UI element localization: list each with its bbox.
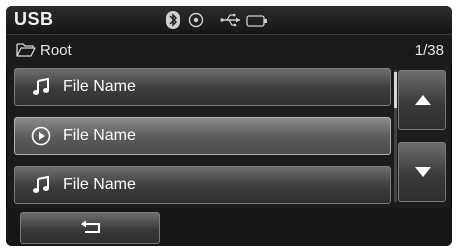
current-folder-label: Root [40, 42, 72, 59]
file-row[interactable]: File Name [14, 68, 391, 106]
disc-icon [188, 12, 204, 33]
path-bar: Root 1/38 [6, 35, 452, 65]
source-title: USB [14, 9, 54, 29]
page-count: 1/38 [414, 42, 444, 59]
scrollbar-thumb[interactable] [394, 72, 397, 108]
scroll-panel [392, 68, 450, 204]
folder-icon [16, 42, 36, 63]
file-row[interactable]: File Name [14, 166, 391, 204]
battery-icon [246, 14, 268, 32]
file-row-selected[interactable]: File Name [14, 117, 391, 155]
file-name-label: File Name [63, 127, 136, 144]
scroll-up-button[interactable] [398, 70, 446, 130]
arrow-down-icon [413, 165, 433, 184]
file-name-label: File Name [63, 176, 136, 193]
arrow-up-icon [413, 93, 433, 112]
scroll-down-button[interactable] [398, 142, 446, 202]
file-name-label: File Name [63, 78, 136, 95]
play-circle-icon [31, 126, 51, 146]
usb-player-screen: USB Root 1/38 File Name File Name File N… [6, 6, 452, 246]
music-note-icon [31, 77, 51, 97]
bottom-bar [6, 208, 452, 246]
status-bar: USB [6, 6, 452, 35]
usb-icon [220, 13, 242, 32]
bluetooth-icon [166, 11, 180, 34]
music-note-icon [31, 175, 51, 195]
back-button[interactable] [20, 212, 160, 244]
